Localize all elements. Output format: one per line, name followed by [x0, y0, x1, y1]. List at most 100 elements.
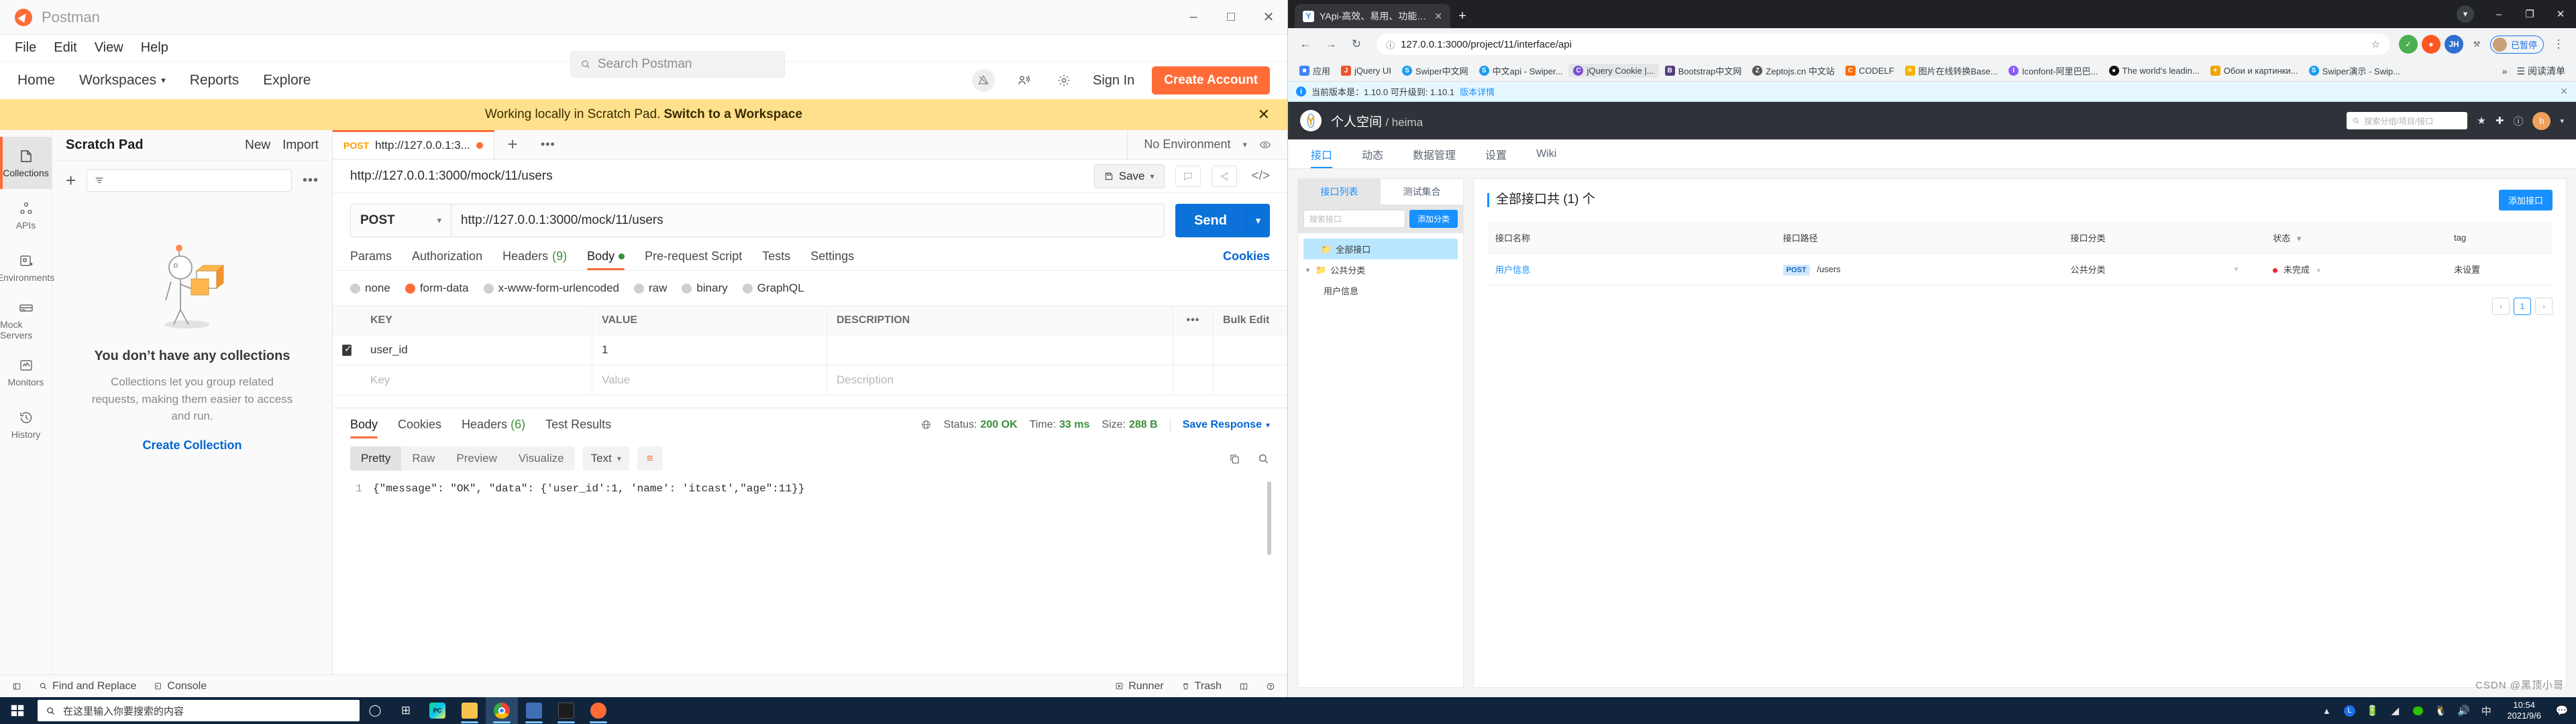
sidebar-item-mock-servers[interactable]: Mock Servers	[0, 294, 52, 346]
empty-value-placeholder[interactable]: Value	[592, 365, 827, 395]
empty-description-placeholder[interactable]: Description	[827, 365, 1173, 395]
send-options-button[interactable]: ▾	[1246, 204, 1270, 237]
tab-wiki[interactable]: Wiki	[1536, 139, 1556, 168]
chevron-down-icon[interactable]: ▾	[2316, 267, 2320, 275]
sign-in-button[interactable]: Sign In	[1093, 73, 1134, 88]
row-description[interactable]	[827, 335, 1173, 365]
cookies-link[interactable]: Cookies	[1223, 249, 1270, 270]
save-response-button[interactable]: Save Response ▾	[1183, 419, 1270, 431]
add-category-button[interactable]: 添加分类	[1409, 210, 1458, 228]
row-key[interactable]: user_id	[361, 335, 592, 365]
menu-view[interactable]: View	[95, 40, 123, 56]
url-input[interactable]: http://127.0.0.1:3000/mock/11/users	[451, 204, 1165, 237]
tree-node-all-interfaces[interactable]: 📁 全部接口	[1303, 239, 1458, 259]
nav-reports[interactable]: Reports	[190, 72, 239, 88]
bookmark-star-icon[interactable]: ☆	[2371, 38, 2380, 50]
bookmark-item[interactable]: ✦ Обои и картинки...	[2206, 64, 2303, 78]
extension-icon-2[interactable]: ●	[2421, 35, 2440, 54]
tab-headers[interactable]: Headers (9)	[502, 249, 567, 270]
sidebar-item-history[interactable]: History	[0, 398, 52, 450]
view-mode-visualize[interactable]: Visualize	[508, 446, 575, 471]
code-snippet-icon[interactable]: </>	[1248, 169, 1270, 184]
extension-icon-1[interactable]: ✓	[2398, 35, 2418, 54]
sidebar-tab-test-collection[interactable]: 测试集合	[1381, 179, 1463, 204]
tab-pre-request-script[interactable]: Pre-request Script	[645, 249, 742, 270]
postman-search-input[interactable]: Search Postman	[570, 51, 785, 78]
pagination-prev[interactable]: ‹	[2492, 298, 2510, 315]
close-button[interactable]: ✕	[2545, 0, 2576, 28]
create-collection-link[interactable]: Create Collection	[142, 438, 241, 452]
cell-tag[interactable]: 未设置	[2446, 253, 2553, 286]
tab-authorization[interactable]: Authorization	[412, 249, 482, 270]
cortana-icon[interactable]: ◯	[360, 697, 390, 724]
tray-ime-indicator[interactable]: 中	[2475, 697, 2498, 724]
chevron-down-icon[interactable]: ▼	[1305, 267, 1311, 274]
help-button[interactable]	[1266, 680, 1275, 692]
bookmark-item[interactable]: S Swiper中文网	[1397, 62, 1473, 79]
tray-wechat-icon[interactable]	[2406, 697, 2429, 724]
row-value[interactable]: 1	[592, 335, 827, 365]
invite-icon[interactable]	[1012, 69, 1035, 92]
add-collection-button[interactable]: +	[66, 172, 76, 189]
body-type-graphql[interactable]: GraphQL	[742, 282, 804, 295]
extension-icon-3[interactable]: JH	[2444, 35, 2463, 54]
view-mode-pretty[interactable]: Pretty	[350, 446, 402, 471]
maximize-button[interactable]: □	[1212, 0, 1250, 35]
sidebar-item-collections[interactable]: Collections	[0, 137, 52, 189]
filter-icon[interactable]: ▾	[2297, 233, 2302, 243]
address-bar[interactable]: ⓘ 127.0.0.1:3000/project/11/interface/ap…	[1377, 34, 2390, 55]
body-type-urlencoded[interactable]: x-www-form-urlencoded	[483, 282, 619, 295]
nav-explore[interactable]: Explore	[263, 72, 311, 88]
sidebar-item-monitors[interactable]: Monitors	[0, 346, 52, 398]
tab-activity[interactable]: 动态	[1362, 139, 1383, 168]
tree-node-public-category[interactable]: ▼ 📁 公共分类	[1298, 259, 1463, 280]
yapi-search-input[interactable]: 搜索分组/项目/接口	[2347, 112, 2468, 129]
body-type-raw[interactable]: raw	[634, 282, 667, 295]
view-mode-raw[interactable]: Raw	[401, 446, 445, 471]
taskbar-app-terminal[interactable]	[550, 697, 582, 724]
avatar[interactable]: h	[2532, 111, 2551, 130]
row-checkbox-cell[interactable]	[333, 335, 361, 365]
breadcrumb-project[interactable]: / heima	[1385, 116, 1423, 129]
layout-toggle-button[interactable]	[1239, 680, 1248, 692]
tray-qq-icon[interactable]: 🐧	[2429, 697, 2452, 724]
sidebar-tab-interface-list[interactable]: 接口列表	[1298, 179, 1381, 204]
chrome-menu-button[interactable]: ⋮	[2548, 34, 2569, 55]
tree-leaf-user-info[interactable]: 用户信息	[1298, 280, 1463, 301]
create-account-button[interactable]: Create Account	[1152, 66, 1270, 95]
cell-interface-category[interactable]: 公共分类 ▾	[2062, 253, 2265, 286]
taskbar-search-input[interactable]: 在这里输入你要搜索的内容	[38, 700, 360, 721]
interface-name-link[interactable]: 用户信息	[1495, 265, 1530, 275]
tray-battery-icon[interactable]: 🔋	[2361, 697, 2383, 724]
bookmark-item[interactable]: ● The world's leadin...	[2104, 64, 2204, 78]
tab-interface[interactable]: 接口	[1311, 139, 1333, 168]
breadcrumb-space[interactable]: 个人空间	[1331, 115, 1382, 129]
chevron-down-icon[interactable]: ▾	[1150, 172, 1154, 181]
close-icon[interactable]: ✕	[1434, 11, 1442, 22]
extensions-puzzle-icon[interactable]: ⚒	[2467, 35, 2486, 54]
add-icon[interactable]: ✚	[2496, 115, 2504, 127]
menu-file[interactable]: File	[15, 40, 36, 56]
bookmark-item[interactable]: S Swiper演示 - Swip...	[2304, 62, 2405, 79]
bookmark-item[interactable]: Z Zeptojs.cn 中文站	[1748, 62, 1839, 79]
tab-settings[interactable]: 设置	[1485, 139, 1507, 168]
taskbar-app-pycharm[interactable]: PC	[421, 697, 453, 724]
banner-close-icon[interactable]: ✕	[1258, 106, 1270, 123]
sidebar-toggle-button[interactable]	[12, 682, 21, 691]
browser-tab-yapi[interactable]: Y YApi-高效、易用、功能强大的可... ✕	[1295, 4, 1450, 28]
import-button[interactable]: Import	[282, 138, 319, 153]
eye-icon[interactable]	[1259, 139, 1271, 151]
help-icon[interactable]: ⓘ	[2513, 114, 2523, 128]
forward-button[interactable]: →	[1320, 34, 1342, 55]
bulk-edit-button[interactable]: Bulk Edit	[1214, 306, 1287, 335]
reading-list-button[interactable]: ☰ 阅读清单	[2517, 64, 2565, 78]
tray-lenovo-icon[interactable]: L	[2338, 697, 2361, 724]
bookmark-item[interactable]: I Iconfont-阿里巴巴...	[2004, 62, 2102, 79]
taskbar-app-remote-desktop[interactable]	[518, 697, 550, 724]
pagination-current-page[interactable]: 1	[2514, 298, 2531, 315]
new-tab-button[interactable]: +	[494, 130, 531, 159]
console-button[interactable]: Console	[154, 680, 207, 692]
header-status[interactable]: 状态 ▾	[2265, 223, 2447, 253]
find-and-replace-button[interactable]: Find and Replace	[39, 680, 136, 692]
sync-status-icon[interactable]	[972, 69, 996, 92]
